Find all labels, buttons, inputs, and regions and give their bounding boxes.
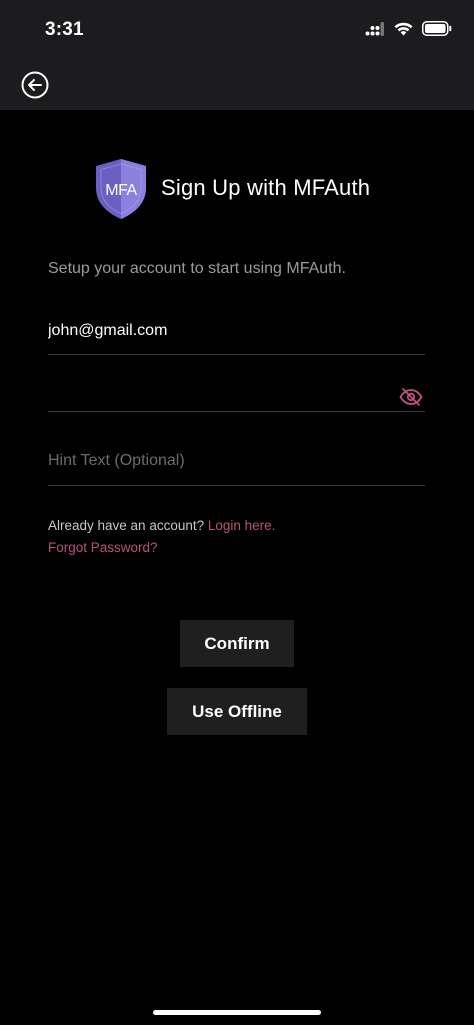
password-field bbox=[48, 362, 425, 412]
top-bar: 3:31 bbox=[0, 0, 474, 110]
account-prompt-text: Already have an account? bbox=[48, 518, 205, 533]
login-prompt: Already have an account? Login here. bbox=[48, 518, 275, 533]
signup-screen: 3:31 MFA Sign Up with MFAuth Setup your … bbox=[0, 0, 474, 1025]
battery-icon bbox=[422, 21, 452, 36]
status-icons bbox=[365, 21, 452, 36]
password-input[interactable] bbox=[48, 362, 425, 411]
wifi-icon bbox=[394, 22, 413, 35]
back-arrow-circle-icon[interactable] bbox=[21, 71, 49, 99]
forgot-password-link[interactable]: Forgot Password? bbox=[48, 540, 158, 555]
use-offline-button[interactable]: Use Offline bbox=[167, 688, 307, 735]
email-input[interactable] bbox=[48, 305, 425, 354]
eye-slash-icon[interactable] bbox=[399, 387, 423, 407]
logo-text: MFA bbox=[105, 182, 137, 199]
login-link[interactable]: Login here. bbox=[208, 518, 276, 533]
email-field bbox=[48, 305, 425, 355]
hint-field bbox=[48, 436, 425, 486]
hint-input[interactable] bbox=[48, 436, 425, 485]
page-subtitle: Setup your account to start using MFAuth… bbox=[48, 260, 346, 277]
cellular-signal-icon bbox=[365, 21, 384, 36]
forgot-password-row: Forgot Password? bbox=[48, 540, 158, 555]
page-title: Sign Up with MFAuth bbox=[161, 175, 371, 200]
mfa-shield-logo: MFA bbox=[96, 159, 146, 219]
home-indicator[interactable] bbox=[153, 1010, 321, 1015]
status-time: 3:31 bbox=[45, 19, 84, 40]
confirm-button[interactable]: Confirm bbox=[180, 620, 294, 667]
